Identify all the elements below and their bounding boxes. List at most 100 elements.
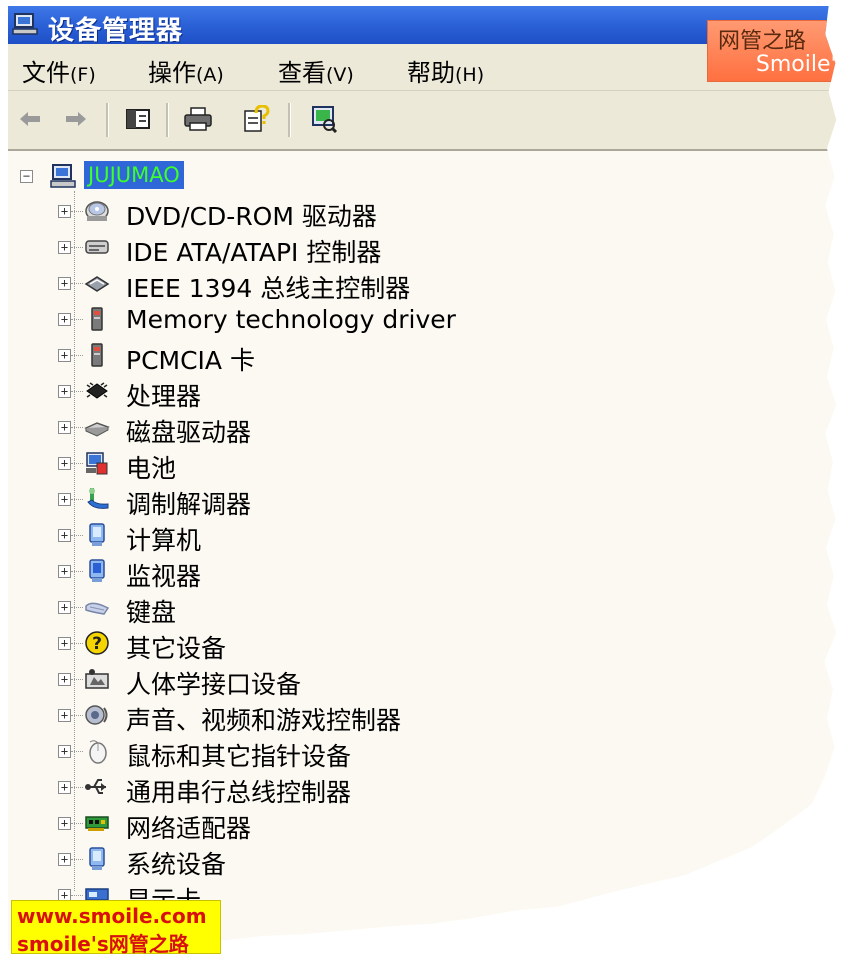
root-computer-name[interactable]: JUJUMAO: [84, 161, 184, 189]
menu-file[interactable]: 文件(F): [22, 53, 96, 88]
expand-icon[interactable]: +: [58, 277, 71, 290]
menu-view-accel: (V): [326, 64, 354, 86]
tree-connector: [71, 355, 83, 357]
unknown-device-icon: ?: [85, 631, 109, 655]
expand-icon[interactable]: +: [58, 673, 71, 686]
disk-drive-icon: [84, 422, 110, 437]
tree-item[interactable]: + 人体学接口设备: [8, 662, 836, 699]
tree-item-label[interactable]: IDE ATA/ATAPI 控制器: [126, 233, 381, 269]
ieee1394-icon: [84, 276, 110, 292]
monitor-icon: [89, 559, 105, 582]
tree-connector: [71, 607, 83, 609]
expand-icon[interactable]: +: [58, 205, 71, 218]
tree-item-label[interactable]: Memory technology driver: [126, 305, 456, 334]
tree-item[interactable]: + 键盘: [8, 590, 836, 627]
expand-icon[interactable]: +: [58, 529, 71, 542]
tree-item-label[interactable]: DVD/CD-ROM 驱动器: [126, 197, 377, 233]
tree-item-label[interactable]: 通用串行总线控制器: [126, 773, 351, 809]
tree-item-label[interactable]: 系统设备: [126, 845, 226, 881]
expand-icon[interactable]: +: [58, 853, 71, 866]
tree-item[interactable]: + 电池: [8, 446, 836, 483]
forward-button[interactable]: [60, 103, 92, 135]
menu-help[interactable]: 帮助(H): [407, 53, 484, 88]
tree-item-label[interactable]: 计算机: [126, 521, 201, 557]
menu-action-accel: (A): [196, 64, 224, 86]
tree-connector: [71, 823, 83, 825]
print-button[interactable]: [182, 103, 214, 135]
collapse-icon[interactable]: −: [20, 170, 33, 183]
tree-item-label[interactable]: 网络适配器: [126, 809, 251, 845]
expand-icon[interactable]: +: [58, 637, 71, 650]
menu-action[interactable]: 操作(A): [148, 53, 224, 88]
tree-item[interactable]: + 计算机: [8, 518, 836, 555]
tree-item-label[interactable]: PCMCIA 卡: [126, 341, 255, 377]
tree-item[interactable]: +? 其它设备: [8, 626, 836, 663]
expand-icon[interactable]: +: [58, 781, 71, 794]
tree-connector: [71, 895, 83, 897]
tree-item-label[interactable]: 鼠标和其它指针设备: [126, 737, 351, 773]
tree-item[interactable]: + Memory technology driver: [8, 302, 836, 336]
tree-item[interactable]: + 磁盘驱动器: [8, 410, 836, 447]
expand-icon[interactable]: +: [58, 349, 71, 362]
expand-icon[interactable]: +: [58, 709, 71, 722]
cd-drive-icon: [85, 201, 109, 221]
tree-item[interactable]: + 处理器: [8, 374, 836, 411]
tree-connector: [71, 643, 83, 645]
expand-icon[interactable]: +: [58, 457, 71, 470]
tree-item-label[interactable]: 磁盘驱动器: [126, 413, 251, 449]
expand-icon[interactable]: +: [58, 313, 71, 326]
tree-item-label[interactable]: 键盘: [126, 593, 176, 629]
tree-item[interactable]: + 网络适配器: [8, 806, 836, 843]
network-adapter-icon: [85, 816, 109, 831]
toolbar-separator: [106, 103, 109, 137]
expand-icon[interactable]: +: [58, 241, 71, 254]
expand-icon[interactable]: +: [58, 745, 71, 758]
watermark-top: 网管之路 Smoile's: [707, 20, 848, 82]
tree-item[interactable]: + 声音、视频和游戏控制器: [8, 698, 836, 735]
show-hide-tree-button[interactable]: [122, 103, 154, 135]
properties-button[interactable]: [240, 103, 272, 135]
tree-item-label[interactable]: 其它设备: [126, 629, 226, 665]
battery-icon: [86, 452, 108, 475]
expand-icon[interactable]: +: [58, 385, 71, 398]
menu-view[interactable]: 查看(V): [278, 53, 354, 88]
scan-hardware-button[interactable]: [308, 103, 340, 135]
expand-icon[interactable]: +: [58, 421, 71, 434]
tree-item[interactable]: + 调制解调器: [8, 482, 836, 519]
tree-item[interactable]: + DVD/CD-ROM 驱动器: [8, 194, 836, 231]
window-title: 设备管理器: [48, 16, 184, 46]
menu-action-label: 操作: [148, 59, 196, 87]
watermark-top-line2: Smoile's: [755, 52, 848, 77]
help-properties-icon: [244, 105, 270, 132]
tree-item[interactable]: + IEEE 1394 总线主控制器: [8, 266, 836, 303]
tree-item-label[interactable]: 声音、视频和游戏控制器: [126, 701, 401, 737]
tree-item-label[interactable]: IEEE 1394 总线主控制器: [126, 269, 410, 305]
tree-item-label[interactable]: 人体学接口设备: [126, 665, 301, 701]
tree-item[interactable]: + 通用串行总线控制器: [8, 770, 836, 807]
tree-item[interactable]: + PCMCIA 卡: [8, 338, 836, 375]
svg-text:?: ?: [92, 634, 102, 654]
forward-arrow-icon: [66, 112, 86, 126]
menu-view-label: 查看: [278, 59, 326, 87]
tree-item[interactable]: + 监视器: [8, 554, 836, 591]
tree-root[interactable]: − JUJUMAO: [8, 159, 836, 193]
tree-item-label[interactable]: 监视器: [126, 557, 201, 593]
expand-icon[interactable]: +: [58, 565, 71, 578]
tree-item-label[interactable]: 调制解调器: [126, 485, 251, 521]
expand-icon[interactable]: +: [58, 493, 71, 506]
expand-icon[interactable]: +: [58, 817, 71, 830]
tree-item[interactable]: + IDE ATA/ATAPI 控制器: [8, 230, 836, 267]
tree-item[interactable]: + 鼠标和其它指针设备: [8, 734, 836, 771]
tree-connector: [71, 211, 83, 213]
tree-connector: [71, 715, 83, 717]
expand-icon[interactable]: +: [58, 601, 71, 614]
back-button[interactable]: [14, 103, 46, 135]
tree-item-label[interactable]: 处理器: [126, 377, 201, 413]
tree-item[interactable]: + 系统设备: [8, 842, 836, 879]
tree-connector: [71, 463, 83, 465]
modem-icon: [87, 488, 109, 509]
tree-item-label[interactable]: 电池: [126, 449, 176, 485]
device-manager-icon: [12, 13, 38, 35]
pcmcia-icon: [91, 343, 103, 367]
memory-card-icon: [91, 307, 103, 331]
